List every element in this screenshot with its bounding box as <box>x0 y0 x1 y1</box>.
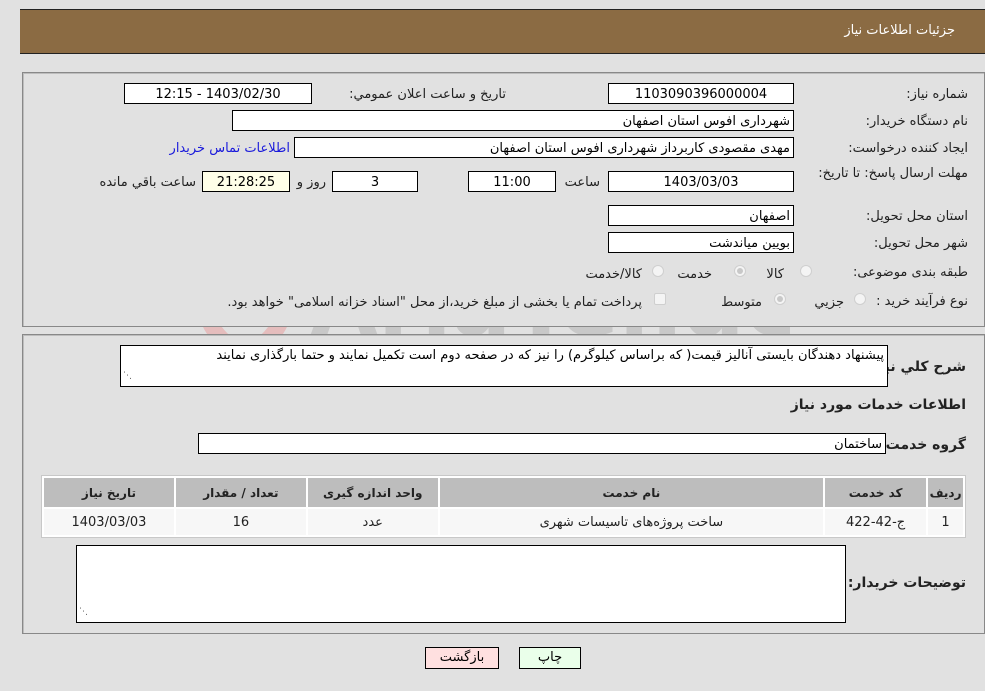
days-remaining-field: 3 <box>332 171 418 192</box>
time-remaining-label: ساعت باقي مانده <box>99 175 196 190</box>
table-header-row: ردیف کد خدمت نام خدمت واحد اندازه گیری ت… <box>44 478 963 507</box>
page-header: جزئیات اطلاعات نیاز <box>20 9 985 54</box>
buyer-notes-label: توضیحات خریدار: <box>847 575 966 591</box>
service-group-field: ساختمان <box>198 433 886 454</box>
process-option-minor: جزيي <box>814 295 844 310</box>
services-table: ردیف کد خدمت نام خدمت واحد اندازه گیری ت… <box>41 475 966 538</box>
buyer-contact-link[interactable]: اطلاعات تماس خریدار <box>170 141 290 156</box>
buyer-notes-textarea[interactable]: ⋰ <box>76 545 846 623</box>
process-radio-minor[interactable] <box>854 293 866 305</box>
category-option-service: خدمت <box>677 267 712 282</box>
back-button[interactable]: بازگشت <box>425 647 499 669</box>
description-textarea[interactable]: پیشنهاد دهندگان بایستی آنالیز قیمت( که ب… <box>120 345 888 387</box>
cell-quantity: 16 <box>175 509 306 535</box>
description-text: پیشنهاد دهندگان بایستی آنالیز قیمت( که ب… <box>216 348 884 363</box>
buyer-org-field: شهرداری افوس استان اصفهان <box>232 110 794 131</box>
cell-service-name: ساخت پروژه‌های تاسیسات شهری <box>439 509 824 535</box>
deadline-time-field: 11:00 <box>468 171 556 192</box>
treasury-checkbox-label: پرداخت تمام یا بخشی از مبلغ خرید،از محل … <box>227 295 642 310</box>
deadline-label: مهلت ارسال پاسخ: تا تاریخ: <box>818 166 968 181</box>
category-option-goods-service: کالا/خدمت <box>585 267 642 282</box>
days-label: روز و <box>296 175 326 190</box>
need-details-panel: شماره نیاز: 1103090396000004 تاریخ و ساع… <box>22 72 985 327</box>
need-number-label: شماره نیاز: <box>906 87 968 102</box>
buyer-org-label: نام دستگاه خریدار: <box>865 114 968 129</box>
time-remaining-field: 21:28:25 <box>202 171 290 192</box>
process-radio-medium[interactable] <box>774 293 786 305</box>
city-field: بویین میاندشت <box>608 232 794 253</box>
cell-need-date: 1403/03/03 <box>44 509 174 535</box>
col-header-service-name: نام خدمت <box>439 478 824 507</box>
category-radio-service[interactable] <box>734 265 746 277</box>
resize-grip-icon[interactable]: ⋰ <box>79 604 88 621</box>
process-label: نوع فرآیند خرید : <box>876 294 968 309</box>
category-radio-goods-service[interactable] <box>652 265 664 277</box>
category-radio-goods[interactable] <box>800 265 812 277</box>
deadline-time-label: ساعت <box>564 175 600 190</box>
col-header-service-code: کد خدمت <box>825 478 927 507</box>
col-header-row-num: ردیف <box>928 478 963 507</box>
announce-field: 1403/02/30 - 12:15 <box>124 83 312 104</box>
print-button[interactable]: چاپ <box>519 647 581 669</box>
table-row: 1 ج-42-422 ساخت پروژه‌های تاسیسات شهری ع… <box>44 509 963 535</box>
creator-label: ایجاد کننده درخواست: <box>848 141 968 156</box>
city-label: شهر محل تحویل: <box>873 236 968 251</box>
services-panel: شرح کلي نیاز: پیشنهاد دهندگان بایستی آنا… <box>22 334 985 634</box>
category-label: طبقه بندی موضوعی: <box>852 265 968 280</box>
cell-service-code: ج-42-422 <box>825 509 927 535</box>
page-title: جزئیات اطلاعات نیاز <box>844 23 955 38</box>
announce-label: تاریخ و ساعت اعلان عمومي: <box>349 87 506 102</box>
province-field: اصفهان <box>608 205 794 226</box>
process-option-medium: متوسط <box>721 295 762 310</box>
col-header-unit: واحد اندازه گیری <box>307 478 438 507</box>
cell-row-num: 1 <box>928 509 963 535</box>
resize-grip-icon[interactable]: ⋰ <box>123 368 132 385</box>
province-label: استان محل تحویل: <box>866 209 968 224</box>
category-option-goods: کالا <box>766 267 784 282</box>
treasury-checkbox[interactable] <box>654 293 666 305</box>
service-group-label: گروه خدمت: <box>880 437 966 453</box>
deadline-date-field: 1403/03/03 <box>608 171 794 192</box>
services-section-title: اطلاعات خدمات مورد نیاز <box>790 397 966 413</box>
cell-unit: عدد <box>307 509 438 535</box>
col-header-need-date: تاریخ نیاز <box>44 478 174 507</box>
creator-field: مهدی مقصودی کاربرداز شهرداری افوس استان … <box>294 137 794 158</box>
col-header-quantity: تعداد / مقدار <box>175 478 306 507</box>
need-number-field: 1103090396000004 <box>608 83 794 104</box>
